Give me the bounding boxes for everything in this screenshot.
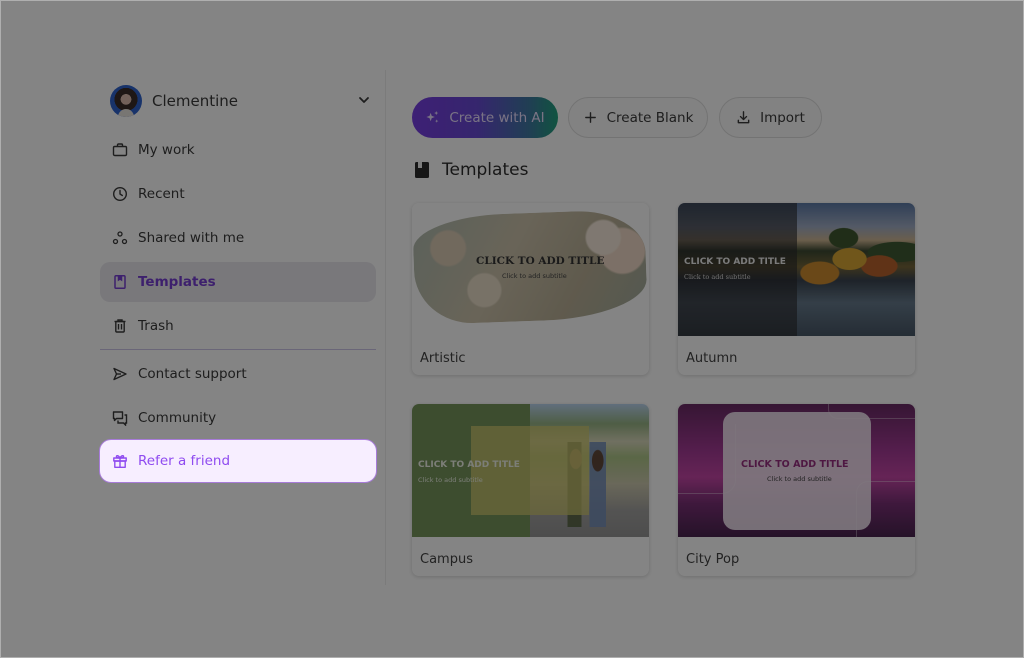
import-button[interactable]: Import [719,97,822,138]
shared-icon [112,231,128,245]
thumb-title: CLICK TO ADD TITLE [741,459,849,470]
sidebar-item-shared-with-me[interactable]: Shared with me [100,218,376,258]
templates-heading: Templates [414,160,528,180]
briefcase-icon [112,143,128,157]
sidebar-item-label: My work [138,142,195,158]
thumb-title: CLICK TO ADD TITLE [684,257,786,267]
chat-icon [112,411,128,426]
template-thumbnail: CLICK TO ADD TITLE Click to add subtitle [678,404,915,537]
create-blank-button[interactable]: Create Blank [568,97,708,138]
create-blank-label: Create Blank [606,109,694,126]
sidebar-item-templates[interactable]: Templates [100,262,376,302]
template-thumbnail: CLICK TO ADD TITLE Click to add subtitle [412,404,649,537]
sidebar-divider [100,349,376,350]
brush-artwork [412,208,648,326]
thumb-subtitle: Click to add subtitle [767,475,832,483]
clock-icon [112,186,128,202]
trash-icon [114,319,126,333]
spotlight: Refer a friend [99,439,378,484]
template-card-autumn[interactable]: CLICK TO ADD TITLE Click to add subtitle… [678,203,915,375]
template-name: City Pop [686,552,740,567]
import-label: Import [760,109,805,126]
template-name: Artistic [420,351,466,366]
sidebar-item-label: Recent [138,186,185,202]
profile-name: Clementine [152,92,239,110]
sidebar-item-contact-support[interactable]: Contact support [100,354,376,394]
template-thumbnail: CLICK TO ADD TITLE Click to add subtitle [412,203,649,336]
dark-panel [678,203,797,336]
yellow-block [471,426,589,515]
sidebar-item-label: Refer a friend [138,453,231,469]
profile-menu[interactable]: Clementine [110,84,376,118]
app-window: Clementine My work Recent Shared with me… [0,0,1024,658]
template-thumbnail: CLICK TO ADD TITLE Click to add subtitle [678,203,915,336]
section-title: Templates [442,160,529,180]
sidebar-item-my-work[interactable]: My work [100,130,376,170]
plus-icon [584,112,596,123]
chevron-down-icon[interactable] [356,92,372,108]
sidebar-item-trash[interactable]: Trash [100,306,376,346]
sidebar-item-community[interactable]: Community [100,398,376,438]
template-card-artistic[interactable]: CLICK TO ADD TITLE Click to add subtitle… [412,203,649,375]
template-card-campus[interactable]: CLICK TO ADD TITLE Click to add subtitle… [412,404,649,576]
create-with-ai-button[interactable]: Create with AI [412,97,558,138]
template-name: Campus [420,552,473,567]
sidebar-item-refer-a-friend[interactable]: Refer a friend [99,439,377,483]
gift-icon [113,454,127,469]
thumb-subtitle: Click to add subtitle [684,273,751,281]
send-icon [113,367,127,381]
thumb-title: CLICK TO ADD TITLE [418,460,520,470]
autumn-trees [796,217,915,287]
bookmark-icon [114,275,126,289]
sparkles-icon [426,110,439,123]
template-name: Autumn [686,351,738,366]
sidebar-item-label: Templates [138,274,216,290]
thumb-subtitle: Click to add subtitle [418,476,483,484]
bookmark-icon [415,162,429,178]
sidebar-item-label: Shared with me [138,230,245,246]
light-panel [723,412,871,530]
sidebar-item-label: Trash [138,318,174,334]
sidebar-item-label: Contact support [138,366,247,382]
download-icon [737,111,750,124]
user-avatar [110,85,142,117]
sidebar-item-recent[interactable]: Recent [100,174,376,214]
thumb-subtitle: Click to add subtitle [502,272,567,280]
sidebar-item-label: Community [138,410,217,426]
sidebar-separator [385,70,386,585]
template-card-city-pop[interactable]: CLICK TO ADD TITLE Click to add subtitle… [678,404,915,576]
create-with-ai-label: Create with AI [449,109,545,126]
thumb-title: CLICK TO ADD TITLE [476,255,605,267]
